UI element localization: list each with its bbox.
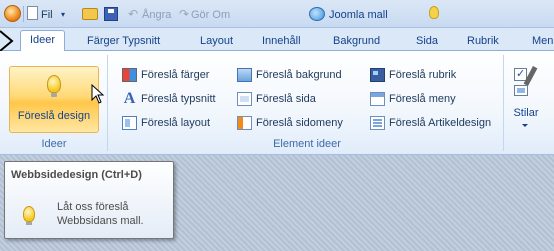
undo-button[interactable]: Ångra xyxy=(142,7,171,23)
tab-bakgrund[interactable]: Bakgrund xyxy=(333,33,380,49)
tab-sida[interactable]: Sida xyxy=(416,33,438,49)
lightbulb-icon xyxy=(47,75,61,97)
redo-icon[interactable]: ↷ xyxy=(179,7,189,21)
headline-icon xyxy=(370,68,385,82)
tooltip-description: Låt oss föreslå Webbsidans mall. xyxy=(57,201,144,227)
lightbulb-icon xyxy=(23,206,35,225)
suggest-design-label: Föreslå design xyxy=(17,110,91,122)
website-icon xyxy=(309,7,325,21)
colors-icon xyxy=(122,68,137,82)
suggest-sidemenu-label: Föreslå sidomeny xyxy=(256,117,343,129)
ribbon-panel: Föreslå design Ideer Föreslå färger A Fö… xyxy=(0,51,554,155)
mouse-cursor-icon xyxy=(91,84,105,104)
group-label-ideer: Ideer xyxy=(41,138,67,150)
suggest-menu-label: Föreslå meny xyxy=(389,93,456,105)
tab-innehall[interactable]: Innehåll xyxy=(262,33,301,49)
suggest-colors-label: Föreslå färger xyxy=(141,69,210,81)
ribbon-tab-bar: Ideer Färger Typsnitt Layout Innehåll Ba… xyxy=(0,28,554,52)
new-document-icon[interactable] xyxy=(27,6,38,20)
styles-label: Stilar xyxy=(513,107,539,119)
open-folder-icon[interactable] xyxy=(82,8,98,20)
redo-button[interactable]: Gör Om xyxy=(191,7,230,23)
lightbulb-icon xyxy=(429,6,439,19)
article-icon xyxy=(370,116,385,130)
tooltip: Webbsidedesign (Ctrl+D) Låt oss föreslå … xyxy=(4,161,174,239)
suggest-headline-label: Föreslå rubrik xyxy=(389,69,457,81)
page-icon xyxy=(237,92,252,106)
tooltip-title: Webbsidedesign (Ctrl+D) xyxy=(11,169,142,181)
menu-icon xyxy=(370,92,385,106)
font-icon: A xyxy=(123,90,136,107)
group-label-element-ideer: Element ideer xyxy=(273,138,341,150)
group-separator xyxy=(503,55,504,151)
toolbar-separator xyxy=(23,6,24,22)
file-dropdown-chevron-icon[interactable]: ▾ xyxy=(61,7,65,23)
pointer-arrow-icon xyxy=(0,30,14,52)
app-menu-orb-icon[interactable] xyxy=(4,5,21,22)
quick-access-toolbar: Fil ▾ ↶ Ångra ↷ Gör Om Joomla mall xyxy=(0,0,554,28)
suggest-design-button[interactable]: Föreslå design xyxy=(9,66,99,133)
background-icon xyxy=(237,68,252,82)
group-separator xyxy=(107,55,108,151)
chevron-down-icon xyxy=(522,124,528,127)
styles-button[interactable]: Stilar xyxy=(506,64,546,134)
undo-icon[interactable]: ↶ xyxy=(128,7,138,21)
tab-meny[interactable]: Men xyxy=(532,33,553,49)
tab-rubrik[interactable]: Rubrik xyxy=(467,33,499,49)
sidemenu-icon xyxy=(237,116,252,130)
suggest-layout-label: Föreslå layout xyxy=(141,117,211,129)
save-icon[interactable] xyxy=(104,7,118,21)
tab-ideer[interactable]: Ideer xyxy=(20,30,66,52)
suggest-font-label: Föreslå typsnitt xyxy=(141,93,216,105)
suggest-page-label: Föreslå sida xyxy=(256,93,316,105)
style-preview-icon xyxy=(514,85,528,96)
layout-icon xyxy=(122,116,137,130)
tab-layout[interactable]: Layout xyxy=(200,33,233,49)
window-title: Joomla mall xyxy=(329,9,388,21)
file-menu-button[interactable]: Fil xyxy=(41,7,53,23)
suggest-background-label: Föreslå bakgrund xyxy=(256,69,342,81)
suggest-article-design-label: Föreslå Artikeldesign xyxy=(389,117,492,129)
tab-farger-typsnitt[interactable]: Färger Typsnitt xyxy=(87,33,160,49)
